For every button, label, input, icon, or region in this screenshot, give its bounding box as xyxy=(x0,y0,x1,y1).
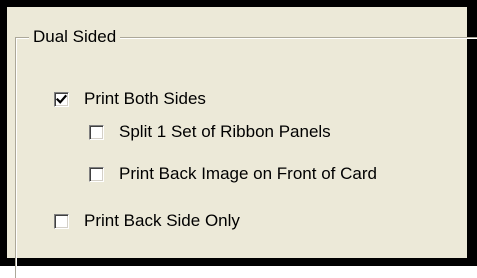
print-back-image-on-front-option[interactable]: Print Back Image on Front of Card xyxy=(89,164,377,184)
group-title: Dual Sided xyxy=(29,27,121,47)
print-back-side-only-label: Print Back Side Only xyxy=(84,211,240,230)
split-ribbon-panels-checkbox[interactable] xyxy=(89,124,104,140)
print-both-sides-checkbox[interactable] xyxy=(54,91,69,107)
print-back-image-on-front-checkbox[interactable] xyxy=(89,166,104,182)
print-both-sides-label: Print Both Sides xyxy=(84,89,206,108)
print-back-image-on-front-label: Print Back Image on Front of Card xyxy=(119,164,377,183)
dual-sided-groupbox xyxy=(15,37,477,278)
split-ribbon-panels-label: Split 1 Set of Ribbon Panels xyxy=(119,122,331,141)
checkmark-icon xyxy=(56,94,67,104)
print-back-side-only-checkbox[interactable] xyxy=(54,213,69,229)
split-ribbon-panels-option[interactable]: Split 1 Set of Ribbon Panels xyxy=(89,122,331,142)
print-back-side-only-option[interactable]: Print Back Side Only xyxy=(54,211,240,231)
print-both-sides-option[interactable]: Print Both Sides xyxy=(54,89,206,109)
